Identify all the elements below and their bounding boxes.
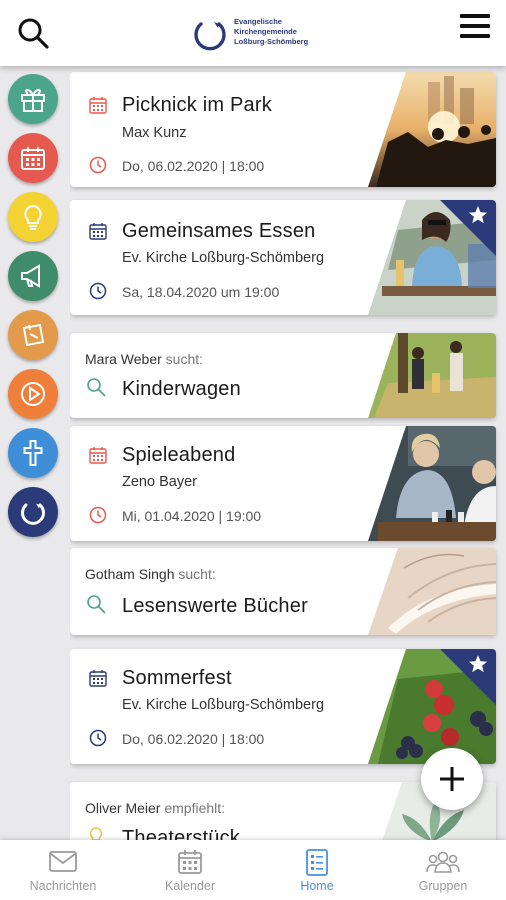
search-icon bbox=[86, 594, 106, 614]
nav-label: Nachrichten bbox=[29, 879, 97, 893]
category-sidebar bbox=[0, 66, 66, 840]
card-date: Do, 06.02.2020 | 18:00 bbox=[122, 158, 265, 174]
event-card[interactable]: Spieleabend Zeno Bayer Mi, 01.04.2020 | … bbox=[70, 426, 496, 541]
card-requester: Gotham Singh sucht: bbox=[85, 566, 216, 582]
card-organizer: Max Kunz bbox=[122, 125, 187, 141]
card-date: Do, 06.02.2020 | 18:00 bbox=[122, 731, 265, 747]
card-title: Spieleabend bbox=[122, 444, 236, 466]
logo-line: Loßburg-Schömberg bbox=[234, 37, 309, 46]
app-header: Evangelische Kirchengemeinde Loßburg-Sch… bbox=[0, 0, 506, 66]
calendar-icon bbox=[21, 147, 45, 170]
card-title: Theaterstück bbox=[122, 827, 241, 840]
event-photo-picnic bbox=[368, 72, 496, 187]
lightbulb-icon bbox=[86, 826, 106, 840]
category-media[interactable] bbox=[8, 369, 58, 419]
requester-name: Gotham Singh bbox=[85, 566, 175, 582]
plus-icon bbox=[440, 767, 464, 791]
envelope-icon bbox=[49, 851, 77, 872]
search-card[interactable]: Mara Weber sucht: Kinderwagen bbox=[70, 333, 496, 418]
logo-line: Kirchengemeinde bbox=[234, 27, 297, 36]
search-button[interactable] bbox=[16, 16, 50, 50]
recommender-name: Oliver Meier bbox=[85, 800, 161, 816]
hamburger-bar bbox=[460, 34, 490, 38]
search-photo-family bbox=[368, 333, 496, 418]
nav-label: Gruppen bbox=[418, 879, 468, 893]
parish-logo-mark bbox=[194, 22, 226, 51]
cross-icon bbox=[23, 440, 43, 466]
clock-icon bbox=[88, 728, 108, 748]
card-date: Sa, 18.04.2020 um 19:00 bbox=[122, 284, 280, 300]
card-title: Picknick im Park bbox=[122, 94, 272, 116]
event-card[interactable]: Picknick im Park Max Kunz Do, 06.02.2020… bbox=[70, 72, 496, 187]
nav-nachrichten[interactable]: Nachrichten bbox=[0, 844, 126, 898]
hamburger-bar bbox=[460, 14, 490, 18]
nav-home[interactable]: Home bbox=[254, 844, 380, 898]
featured-badge bbox=[440, 649, 496, 705]
logo-line: Evangelische bbox=[234, 17, 282, 26]
bottom-navigation: Nachrichten Kalender Home Gruppen bbox=[0, 840, 506, 900]
nav-kalender[interactable]: Kalender bbox=[127, 844, 253, 898]
group-icon bbox=[426, 851, 460, 873]
card-organizer: Ev. Kirche Loßburg-Schömberg bbox=[122, 250, 325, 266]
clock-icon bbox=[88, 281, 108, 301]
clock-icon bbox=[88, 505, 108, 525]
card-title: Sommerfest bbox=[122, 667, 232, 689]
search-icon bbox=[18, 18, 49, 49]
search-photo-book bbox=[368, 548, 496, 635]
category-parish[interactable] bbox=[8, 487, 58, 537]
card-organizer: Zeno Bayer bbox=[122, 474, 197, 490]
nav-gruppen[interactable]: Gruppen bbox=[380, 844, 506, 898]
recommend-verb: empfiehlt: bbox=[164, 800, 226, 816]
note-icon bbox=[22, 323, 45, 347]
card-title: Lesenswerte Bücher bbox=[122, 595, 308, 617]
request-verb: sucht: bbox=[178, 566, 216, 582]
featured-badge bbox=[440, 200, 496, 256]
calendar-icon bbox=[88, 95, 108, 115]
megaphone-icon bbox=[21, 264, 40, 288]
category-notes[interactable] bbox=[8, 310, 58, 360]
category-church[interactable] bbox=[8, 428, 58, 478]
hamburger-bar bbox=[460, 24, 490, 28]
search-card[interactable]: Gotham Singh sucht: Lesenswerte Bücher bbox=[70, 548, 496, 635]
nav-label: Kalender bbox=[164, 879, 216, 893]
lightbulb-icon bbox=[24, 204, 42, 230]
category-calendar[interactable] bbox=[8, 133, 58, 183]
parish-logo-icon bbox=[21, 503, 45, 525]
calendar-icon bbox=[88, 221, 108, 241]
category-announcements[interactable] bbox=[8, 251, 58, 301]
category-gift[interactable] bbox=[8, 74, 58, 124]
event-photo-games bbox=[368, 426, 496, 541]
card-title: Gemeinsames Essen bbox=[122, 220, 316, 242]
calendar-icon bbox=[88, 445, 108, 465]
parish-logo-text: Evangelische Kirchengemeinde Loßburg-Sch… bbox=[234, 17, 308, 47]
calendar-icon bbox=[88, 668, 108, 688]
calendar-icon bbox=[178, 850, 202, 874]
search-icon bbox=[86, 377, 106, 397]
request-verb: sucht: bbox=[165, 351, 204, 367]
nav-label: Home bbox=[300, 879, 334, 893]
play-icon bbox=[21, 382, 45, 406]
gift-icon bbox=[21, 89, 45, 112]
parish-logo[interactable]: Evangelische Kirchengemeinde Loßburg-Sch… bbox=[192, 14, 332, 54]
category-ideas[interactable] bbox=[8, 192, 58, 242]
card-requester: Mara Weber sucht: bbox=[85, 351, 203, 367]
event-card[interactable]: Sommerfest Ev. Kirche Loßburg-Schömberg … bbox=[70, 649, 496, 764]
add-post-button[interactable] bbox=[421, 748, 483, 810]
menu-button[interactable] bbox=[460, 14, 490, 44]
card-title: Kinderwagen bbox=[122, 378, 241, 400]
card-recommender: Oliver Meier empfiehlt: bbox=[85, 800, 225, 816]
card-organizer: Ev. Kirche Loßburg-Schömberg bbox=[122, 697, 325, 713]
clock-icon bbox=[88, 155, 108, 175]
event-card[interactable]: Gemeinsames Essen Ev. Kirche Loßburg-Sch… bbox=[70, 200, 496, 315]
list-icon bbox=[306, 849, 328, 876]
home-feed: Picknick im Park Max Kunz Do, 06.02.2020… bbox=[70, 66, 506, 840]
card-date: Mi, 01.04.2020 | 19:00 bbox=[122, 508, 262, 524]
requester-name: Mara Weber bbox=[85, 351, 162, 367]
